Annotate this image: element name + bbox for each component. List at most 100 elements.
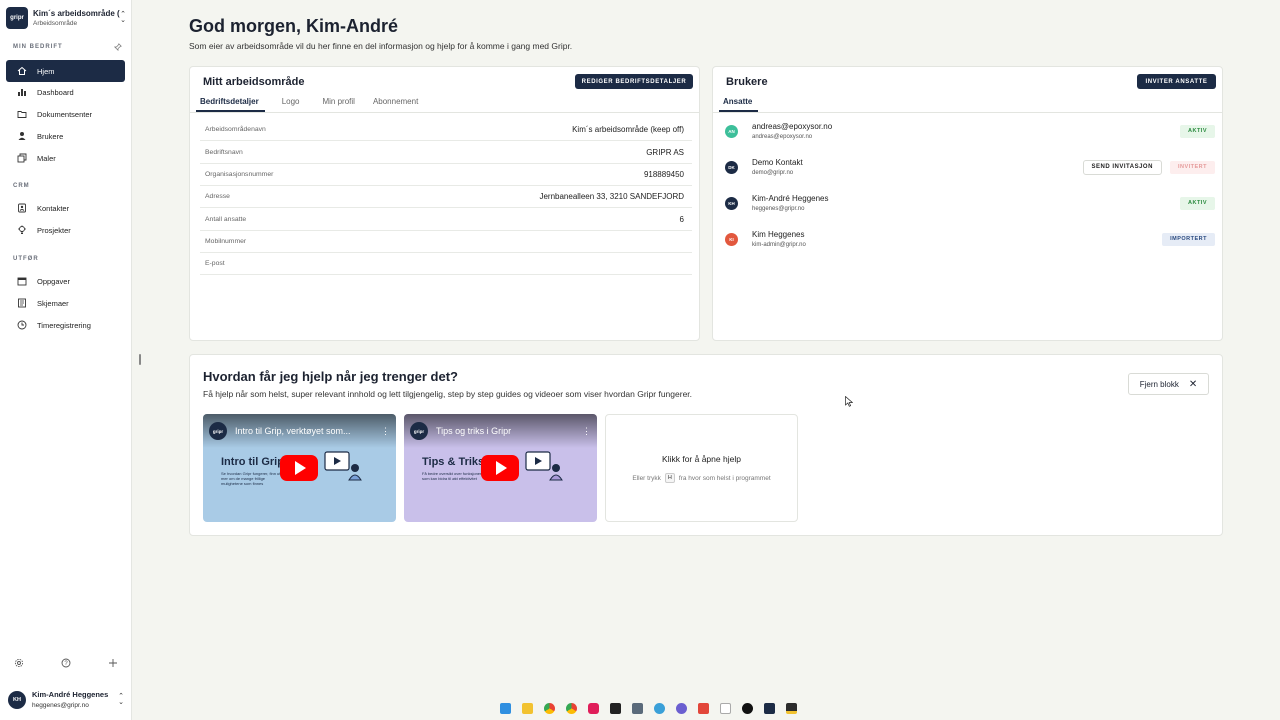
sidebar-item-hjem[interactable]: Hjem: [6, 60, 125, 82]
taskbar: [500, 700, 808, 716]
section-title-utfor: UTFØR: [13, 256, 39, 262]
user-row[interactable]: KI Kim Heggenes kim-admin@gripr.no IMPORT…: [725, 224, 1215, 254]
chrome-icon[interactable]: [544, 702, 555, 714]
tab-abonnement[interactable]: Abonnement: [373, 97, 418, 112]
help-card: Hvordan får jeg hjelp når jeg trenger de…: [189, 354, 1223, 536]
tab-divider: [713, 112, 1222, 113]
sidebar-item-kontakter[interactable]: Kontakter: [6, 197, 125, 219]
sidebar-item-label: Kontakter: [37, 203, 70, 213]
help-icon[interactable]: ?: [61, 658, 71, 671]
video-title: Tips og triks i Gripr: [436, 426, 512, 436]
sidebar-item-label: Dashboard: [37, 87, 74, 97]
detail-label: Bedriftsnavn: [205, 149, 243, 156]
workspace-switcher[interactable]: gripr Kim´s arbeidsområde (keep off) Arb…: [6, 6, 126, 30]
user-name: Kim-André Heggenes: [752, 194, 829, 203]
plus-icon[interactable]: [108, 658, 118, 671]
sidebar-item-prosjekter[interactable]: Prosjekter: [6, 219, 125, 241]
clock-icon: [16, 320, 27, 331]
detail-value: 918889450: [643, 170, 684, 179]
chrome-icon[interactable]: [566, 702, 577, 714]
tab-min-profil[interactable]: Min profil: [322, 97, 354, 112]
invite-employees-button[interactable]: INVITER ANSATTE: [1137, 74, 1216, 89]
sidebar-resize-handle[interactable]: [139, 354, 141, 365]
open-help-pre: Eller trykk: [632, 474, 661, 482]
form-icon: [16, 298, 27, 309]
avatar: KH: [725, 196, 738, 210]
explorer-icon[interactable]: [522, 702, 533, 714]
section-title-min-bedrift: MIN BEDRIFT: [13, 44, 63, 50]
user-row[interactable]: KH Kim-André Heggenes heggenes@gripr.no A…: [725, 188, 1215, 218]
more-vertical-icon[interactable]: ⋮: [582, 426, 591, 437]
pin-icon[interactable]: [113, 43, 122, 53]
calculator-icon[interactable]: [632, 702, 643, 714]
template-icon: [16, 153, 27, 164]
video-caption: Se hvordan Gripr fungerer, finn ut mer o…: [221, 471, 281, 486]
illustration-icon: [525, 451, 563, 481]
mouse-cursor-icon: [845, 396, 853, 407]
sidebar-item-brukere[interactable]: Brukere: [6, 125, 125, 147]
home-icon: [16, 66, 27, 77]
user-row[interactable]: AN andreas@epoxysor.no andreas@epoxysor.n…: [725, 116, 1215, 146]
folder-icon: [16, 109, 27, 120]
tab-ansatte[interactable]: Ansatte: [718, 97, 759, 112]
video-headline: Tips & Triks: [422, 456, 485, 468]
sidebar-item-label: Dokumentsenter: [37, 109, 93, 119]
detail-value: GRIPR AS: [646, 148, 684, 157]
sidebar-item-label: Timeregistrering: [37, 320, 91, 330]
detail-row-adresse: Adresse Jernbanealleen 33, 3210 SANDEFJOR…: [200, 186, 692, 208]
lightbulb-icon: [16, 225, 27, 236]
video-headline: Intro til Grip: [221, 456, 284, 468]
help-title: Hvordan får jeg hjelp når jeg trenger de…: [203, 369, 458, 384]
page-title: God morgen, Kim-André: [189, 16, 399, 36]
detail-value: 6: [679, 215, 684, 224]
detail-label: E-post: [205, 260, 225, 267]
user-icon: [16, 131, 27, 142]
windows-icon[interactable]: [500, 702, 511, 714]
video-caption: Få bedre oversikt over funksjoner som ka…: [422, 471, 482, 481]
edit-company-button[interactable]: REDIGER BEDRIFTSDETALJER: [575, 74, 693, 89]
app-icon[interactable]: [676, 702, 687, 714]
chatgpt-icon[interactable]: [742, 702, 753, 714]
avatar: KI: [725, 232, 738, 246]
sidebar-item-skjemaer[interactable]: Skjemaer: [6, 292, 125, 314]
app-icon[interactable]: [610, 702, 621, 714]
play-button[interactable]: [280, 455, 318, 481]
sidebar-item-dokumentsenter[interactable]: Dokumentsenter: [6, 103, 125, 125]
app-icon[interactable]: [654, 702, 665, 714]
user-row[interactable]: DK Demo Kontakt demo@gripr.no SEND INVITA…: [725, 152, 1215, 182]
page-intro: Som eier av arbeidsområde vil du her fin…: [189, 41, 573, 51]
sidebar-item-maler[interactable]: Maler: [6, 147, 125, 169]
more-vertical-icon[interactable]: ⋮: [381, 426, 390, 437]
workspace-name: Kim´s arbeidsområde (keep off): [33, 9, 120, 18]
user-name: Kim-André Heggenes: [32, 690, 109, 699]
app-icon[interactable]: [764, 702, 775, 714]
send-invitation-button[interactable]: SEND INVITASJON: [1082, 159, 1162, 175]
detail-row-arbeidsomradenavn: Arbeidsområdenavn Kim´s arbeidsområde (ke…: [200, 119, 692, 141]
open-help-tile[interactable]: Klikk for å åpne hjelp Eller trykk H fra…: [605, 414, 798, 522]
app-icon[interactable]: [786, 702, 797, 714]
users-card: Brukere INVITER ANSATTE Ansatte AN andre…: [712, 66, 1223, 341]
user-email: heggenes@gripr.no: [32, 702, 89, 709]
workspace-card: Mitt arbeidsområde REDIGER BEDRIFTSDETAL…: [189, 66, 700, 341]
app-icon[interactable]: [698, 702, 709, 714]
sidebar-item-dashboard[interactable]: Dashboard: [6, 81, 125, 103]
tab-bedriftsdetaljer[interactable]: Bedriftsdetaljer: [196, 97, 265, 112]
sidebar-item-timeregistrering[interactable]: Timeregistrering: [6, 314, 125, 336]
remove-block-button[interactable]: Fjern blokk ✕: [1128, 373, 1209, 395]
user-email: demo@gripr.no: [752, 170, 794, 176]
play-button[interactable]: [481, 455, 519, 481]
user-menu[interactable]: KH Kim-André Heggenes heggenes@gripr.no …: [8, 690, 124, 709]
close-icon: ✕: [1188, 378, 1198, 390]
video-tips[interactable]: Tips & Triks Få bedre oversikt over funk…: [404, 414, 597, 522]
video-title: Intro til Grip, verktøyet som...: [235, 426, 351, 436]
sidebar-item-oppgaver[interactable]: Oppgaver: [6, 270, 125, 292]
sidebar-item-label: Brukere: [37, 131, 64, 141]
settings-icon[interactable]: [14, 658, 24, 671]
video-intro[interactable]: Intro til Grip Se hvordan Gripr fungerer…: [203, 414, 396, 522]
calendar-icon: [16, 276, 27, 287]
app-icon[interactable]: [720, 702, 731, 714]
bar-chart-icon: [16, 87, 27, 98]
tab-logo[interactable]: Logo: [282, 97, 300, 112]
slack-icon[interactable]: [588, 702, 599, 714]
section-title-crm: CRM: [13, 183, 30, 189]
